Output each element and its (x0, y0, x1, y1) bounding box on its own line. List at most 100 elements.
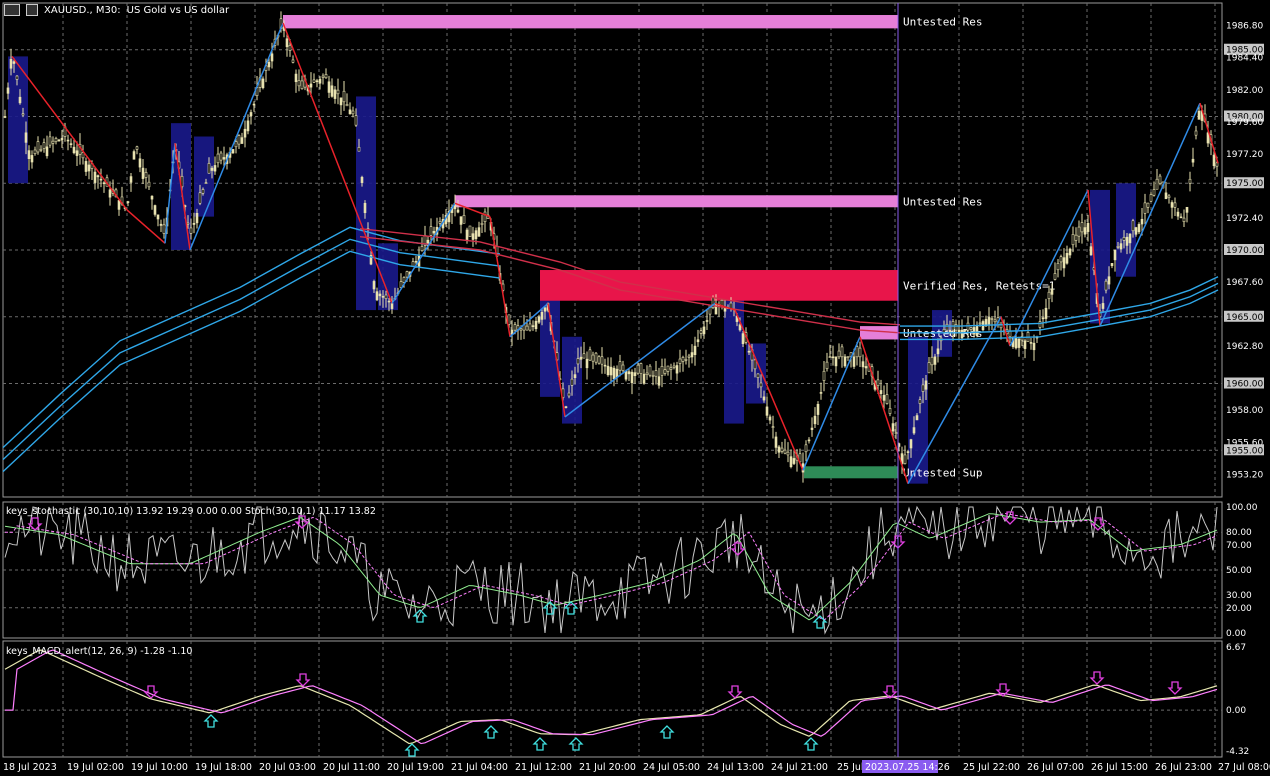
candle-body (291, 59, 295, 63)
candle-body (117, 200, 121, 210)
candle-body (891, 423, 895, 432)
candle-body (438, 221, 442, 224)
candle-body (60, 137, 64, 141)
candle-body (54, 138, 58, 142)
candle-body (330, 85, 334, 97)
time-axis-label: 24 Jul 21:00 (771, 762, 828, 773)
candle-body (828, 356, 832, 358)
time-axis-label: 21 Jul 12:00 (515, 762, 572, 773)
candle-body (420, 246, 424, 252)
candle-body (612, 367, 616, 380)
time-axis-label: 20 Jul 11:00 (323, 762, 380, 773)
candle-body (753, 359, 757, 370)
candle-body (129, 176, 133, 183)
candle-body (300, 80, 304, 90)
time-axis-label: 25 Jul 22:00 (963, 762, 1020, 773)
candle-body (363, 202, 367, 214)
candle-body (537, 316, 541, 323)
candle-body (30, 155, 34, 163)
candle-body (1137, 224, 1141, 233)
zigzag-segment (859, 336, 909, 484)
candle-body (834, 356, 838, 367)
candle-body (780, 447, 784, 452)
candle-body (27, 150, 31, 160)
candle-body (1116, 246, 1120, 248)
candle-body (1110, 263, 1114, 267)
symbol-label: XAUUSD., M30: (44, 4, 121, 16)
candle-body (1047, 291, 1051, 299)
candle-body (624, 370, 628, 380)
candle-body (1170, 202, 1174, 208)
zone-verified-rect (540, 270, 898, 301)
candle-body (1197, 110, 1201, 120)
candle-body (585, 358, 589, 369)
macd-indicator-label: keys_MACD_alert(12, 26, 9) -1.28 -1.10 (6, 646, 193, 657)
candle-body (1167, 195, 1171, 198)
candle-body (885, 394, 889, 404)
candle-body (297, 80, 301, 87)
candle-body (66, 139, 70, 142)
candle-body (1077, 226, 1081, 237)
zone-label: Untested Sup (903, 466, 982, 479)
stoch-axis-label: 70.00 (1226, 541, 1252, 551)
candle-body (222, 157, 226, 160)
buy-arrow-icon (532, 737, 548, 751)
price-chart-canvas[interactable]: Untested Res Untested Res Verified Res, Re… (0, 0, 1270, 776)
candle-body (936, 348, 940, 355)
candle-body (1032, 342, 1036, 351)
candle-body (1056, 262, 1060, 271)
candle-body (198, 192, 202, 204)
candle-body (12, 61, 16, 64)
candle-body (747, 350, 751, 353)
candle-body (630, 371, 634, 384)
candle-body (609, 366, 613, 376)
candle-body (1083, 227, 1087, 235)
candle-body (201, 189, 205, 194)
candle-body (42, 142, 46, 149)
candle-body (969, 327, 973, 330)
candle-body (591, 354, 595, 362)
candle-body (1119, 243, 1123, 250)
candle-body (756, 373, 760, 378)
price-axis-label: 1979.60 (1226, 118, 1263, 128)
candle-body (1089, 246, 1093, 256)
candle-body (345, 104, 349, 107)
candle-body (774, 436, 778, 448)
candle-body (372, 281, 376, 290)
candle-body (162, 224, 166, 234)
candle-body (36, 141, 40, 153)
price-axis-label: 1962.80 (1226, 342, 1263, 352)
candle-body (927, 362, 931, 374)
candle-body (837, 350, 841, 358)
candle-body (879, 390, 883, 394)
candle-body (615, 368, 619, 378)
sell-arrow-icon (1167, 681, 1183, 695)
candle-body (84, 161, 88, 172)
candle-body (876, 379, 880, 386)
time-axis-label: 24 Jul 13:00 (707, 762, 764, 773)
candle-body (354, 115, 358, 126)
candle-body (231, 149, 235, 154)
candle-body (321, 75, 325, 78)
candle-body (1152, 189, 1156, 196)
candle-body (1164, 192, 1168, 200)
candle-body (687, 355, 691, 358)
candle-body (672, 365, 676, 368)
candle-body (903, 454, 907, 464)
candle-body (141, 167, 145, 179)
candle-body (267, 61, 271, 68)
chart-type-icon[interactable] (4, 4, 20, 16)
candle-body (108, 189, 112, 198)
buy-arrow-icon (659, 725, 675, 739)
candle-body (912, 427, 916, 434)
candle-body (762, 396, 766, 401)
candle-body (1143, 202, 1147, 214)
candle-body (1107, 276, 1111, 285)
candle-body (1029, 342, 1033, 344)
chart-window[interactable]: XAUUSD., M30: US Gold vs US dollar keys_… (0, 0, 1270, 776)
candle-body (234, 141, 238, 148)
time-axis-label: 19 Jul 10:00 (131, 762, 188, 773)
candle-body (816, 403, 820, 415)
timeframe-icon[interactable] (26, 4, 38, 16)
candle-body (1044, 307, 1048, 319)
